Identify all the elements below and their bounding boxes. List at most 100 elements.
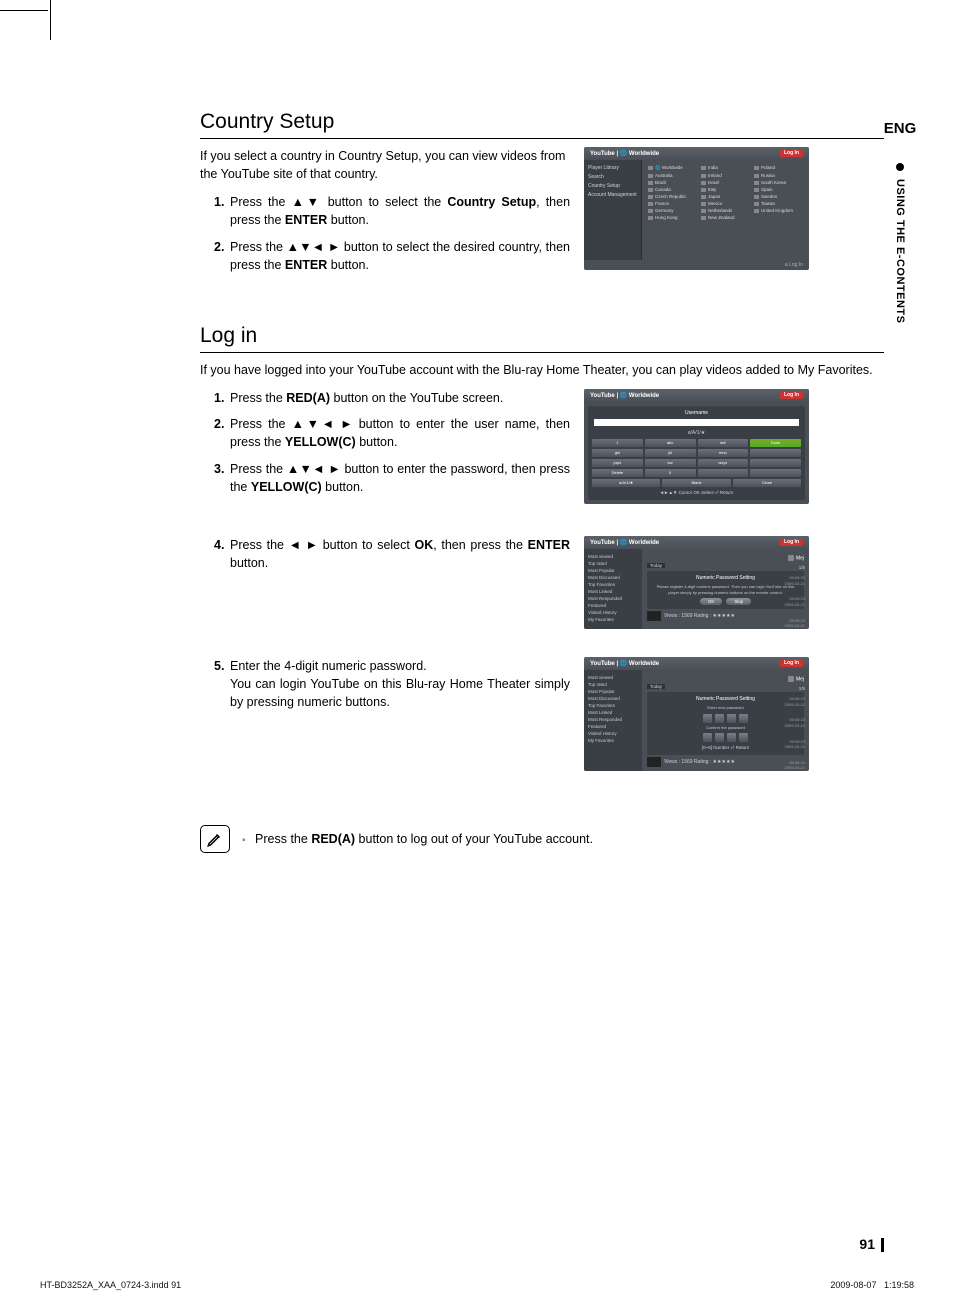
- step-2: 2.Press the ▲▼◄ ► button to select the d…: [214, 238, 570, 274]
- skip-button[interactable]: Skip: [726, 598, 751, 605]
- country-item[interactable]: Israel: [701, 180, 750, 185]
- country-item[interactable]: 🌐 Worldwide: [648, 165, 697, 171]
- heading-country-setup: Country Setup: [200, 110, 884, 139]
- feed-sidebar-item[interactable]: Visited History: [588, 731, 638, 736]
- user-icon: [788, 555, 794, 561]
- key-button[interactable]: jkl: [645, 449, 696, 457]
- login-badge[interactable]: Log In: [780, 392, 803, 399]
- login-badge[interactable]: Log In: [780, 660, 803, 667]
- key-button[interactable]: [750, 449, 801, 457]
- tab-today[interactable]: Today: [647, 684, 665, 689]
- pw-input-row[interactable]: [652, 714, 799, 723]
- feed-sidebar-item[interactable]: Most Discussed: [588, 696, 638, 701]
- country-item[interactable]: New Zealand: [701, 215, 750, 220]
- key-button[interactable]: Blank: [662, 479, 730, 487]
- sidebar-item[interactable]: Player Library: [588, 165, 637, 171]
- pw-confirm-row[interactable]: [652, 733, 799, 742]
- feed-sidebar-item[interactable]: Top Favorites: [588, 582, 638, 587]
- country-item[interactable]: Canada: [648, 187, 697, 192]
- feed-sidebar-item[interactable]: Most Popular: [588, 689, 638, 694]
- page-number: 91: [859, 1236, 884, 1252]
- login-badge[interactable]: Log In: [780, 150, 803, 157]
- key-button[interactable]: pqrs: [592, 459, 643, 467]
- key-button[interactable]: [750, 469, 801, 477]
- country-item[interactable]: Brazil: [648, 180, 697, 185]
- feed-sidebar-item[interactable]: Most viewed: [588, 675, 638, 680]
- breadcrumb: YouTube | 🌐 Worldwide: [590, 150, 659, 157]
- sidebar: Player Library Search Country Setup Acco…: [584, 160, 642, 260]
- video-thumb[interactable]: [647, 611, 661, 621]
- nav-hint: [0~9] Number ⏎ Return: [652, 745, 799, 751]
- key-button[interactable]: ghi: [592, 449, 643, 457]
- feed-sidebar-item[interactable]: My Favorites: [588, 738, 638, 743]
- kbd-mode: a/A/1/★: [592, 430, 801, 436]
- feed-sidebar-item[interactable]: Top Favorites: [588, 703, 638, 708]
- key-button[interactable]: Done: [750, 439, 801, 447]
- feed-sidebar-item[interactable]: Most Linked: [588, 589, 638, 594]
- key-button[interactable]: [750, 459, 801, 467]
- tab-today[interactable]: Today: [647, 563, 665, 568]
- screenshot-keyboard: YouTube | 🌐 Worldwide Log In Username a/…: [584, 389, 809, 504]
- feed-sidebar-item[interactable]: Most Popular: [588, 568, 638, 573]
- country-item[interactable]: India: [701, 165, 750, 171]
- country-item[interactable]: Australia: [648, 173, 697, 178]
- feed-sidebar-item[interactable]: Most Responded: [588, 717, 638, 722]
- password-modal: Numeric Password Setting Please register…: [647, 571, 804, 608]
- video-thumb[interactable]: [647, 757, 661, 767]
- footer-hint: a Log In: [584, 260, 809, 270]
- username-input[interactable]: [594, 419, 799, 426]
- country-item[interactable]: Taiwan: [754, 201, 803, 206]
- sidebar-item[interactable]: Search: [588, 174, 637, 180]
- key-grid: 1abcdefDone ghijklmno pqrstuvwxyz Delete0: [592, 439, 801, 477]
- country-item[interactable]: Italy: [701, 187, 750, 192]
- key-button[interactable]: def: [698, 439, 749, 447]
- feed-sidebar-item[interactable]: My Favorites: [588, 617, 638, 622]
- footer-time: 1:19:58: [884, 1280, 914, 1290]
- key-button[interactable]: 0: [645, 469, 696, 477]
- key-button[interactable]: [698, 469, 749, 477]
- feed-sidebar-item[interactable]: Featured: [588, 603, 638, 608]
- country-item[interactable]: United Kingdom: [754, 208, 803, 213]
- feed-sidebar-item[interactable]: Top rated: [588, 682, 638, 687]
- sidebar-item[interactable]: Country Setup: [588, 183, 637, 189]
- footer-date: 2009-08-07: [830, 1280, 876, 1290]
- nav-hint: ◄►▲▼ Cursor OK Select ⏎ Return: [592, 490, 801, 496]
- country-grid: 🌐 Worldwide India Poland Australia Ireland Ru…: [648, 165, 803, 220]
- step: 2.Press the ▲▼◄ ► button to enter the us…: [214, 415, 570, 451]
- country-item[interactable]: Mexico: [701, 201, 750, 206]
- feed-sidebar-item[interactable]: Featured: [588, 724, 638, 729]
- step: 5.Enter the 4-digit numeric password.You…: [214, 657, 570, 711]
- key-button[interactable]: 1: [592, 439, 643, 447]
- bullet-icon: ▪: [242, 835, 246, 846]
- key-button[interactable]: wxyz: [698, 459, 749, 467]
- key-button[interactable]: Close: [733, 479, 801, 487]
- feed-sidebar-item[interactable]: Most Discussed: [588, 575, 638, 580]
- country-item[interactable]: Spain: [754, 187, 803, 192]
- feed-sidebar-item[interactable]: Most Linked: [588, 710, 638, 715]
- feed-sidebar-item[interactable]: Most Responded: [588, 596, 638, 601]
- country-item[interactable]: Japan: [701, 194, 750, 199]
- country-item[interactable]: Sweden: [754, 194, 803, 199]
- time-meta: 00:06:232009-03-21 00:06:232009-03-21 00…: [785, 696, 805, 771]
- country-item[interactable]: Czech Republic: [648, 194, 697, 199]
- feed-sidebar-item[interactable]: Most viewed: [588, 554, 638, 559]
- country-item[interactable]: Poland: [754, 165, 803, 171]
- country-item[interactable]: Russia: [754, 173, 803, 178]
- key-button[interactable]: a/A/1/★: [592, 479, 660, 487]
- key-button[interactable]: tuv: [645, 459, 696, 467]
- country-item[interactable]: Germany: [648, 208, 697, 213]
- country-item[interactable]: South Korea: [754, 180, 803, 185]
- country-item[interactable]: Hong Kong: [648, 215, 697, 220]
- ok-button[interactable]: OK: [700, 598, 723, 605]
- key-button[interactable]: abc: [645, 439, 696, 447]
- sidebar-item[interactable]: Account Management: [588, 192, 637, 198]
- country-item[interactable]: Ireland: [701, 173, 750, 178]
- country-item[interactable]: France: [648, 201, 697, 206]
- feed-sidebar-item[interactable]: Visited History: [588, 610, 638, 615]
- key-button[interactable]: Delete: [592, 469, 643, 477]
- modal-text: Please register 4-digit numeric password…: [652, 584, 799, 594]
- key-button[interactable]: mno: [698, 449, 749, 457]
- feed-sidebar-item[interactable]: Top rated: [588, 561, 638, 566]
- login-badge[interactable]: Log In: [780, 539, 803, 546]
- country-item[interactable]: Netherlands: [701, 208, 750, 213]
